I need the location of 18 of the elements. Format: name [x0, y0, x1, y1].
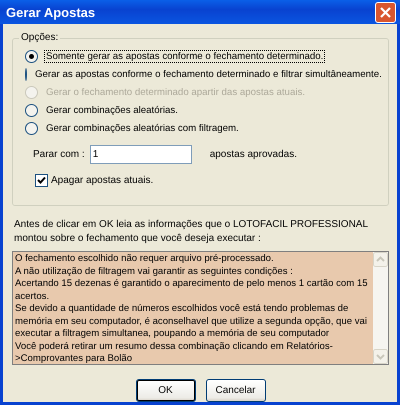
group-label: Opções: — [19, 32, 60, 43]
count-field[interactable]: 1 — [90, 145, 192, 164]
memo-line: Se devido a quantidade de números escolhidos você está tendo problemas de memória em seu computador, é aconselhavel que utilize a segunda opção, que vai executar a filtragem simultanea, poupando a memória de seu computador — [15, 303, 368, 340]
radio-label[interactable]: Gerar combinações aleatórias. — [44, 104, 180, 116]
memo-line: Acertando 15 dezenas é garantido o aparecimento de pelo menos 1 cartão com 15 acertos. — [15, 278, 369, 303]
window-title: Gerar Apostas — [6, 4, 96, 20]
memo-line: O fechamento escolhido não requer arquivo pré-processado. — [15, 253, 275, 266]
memo-line: A não utilização de filtragem vai garantir as seguintes condições : — [15, 266, 294, 278]
radio-label[interactable]: Somente gerar as apostas conforme o fechamento determinado. — [44, 50, 326, 62]
field-label: Parar com : — [33, 149, 85, 160]
checkbox-label[interactable]: Apagar apostas atuais. — [51, 175, 154, 186]
field-suffix: apostas aprovadas. — [210, 149, 297, 160]
memo-line: Você poderá retirar um resumo dessa combinação clicando em Relatórios->Comprovantes para Bolão — [15, 340, 334, 366]
info-text: Antes de clicar em OK leia as informações que o LOTOFACIL PROFESSIONAL montou sobre o fechamento que você deseja executar : — [14, 218, 369, 246]
radio-label[interactable]: Gerar combinações aleatórias com filtragem. — [44, 122, 241, 134]
radio-label[interactable]: Gerar as apostas conforme o fechamento determinado e filtrar simultâneamente. — [33, 68, 384, 80]
dialog-button[interactable]: OK — [136, 379, 196, 402]
dialog-button[interactable]: Cancelar — [206, 379, 266, 402]
